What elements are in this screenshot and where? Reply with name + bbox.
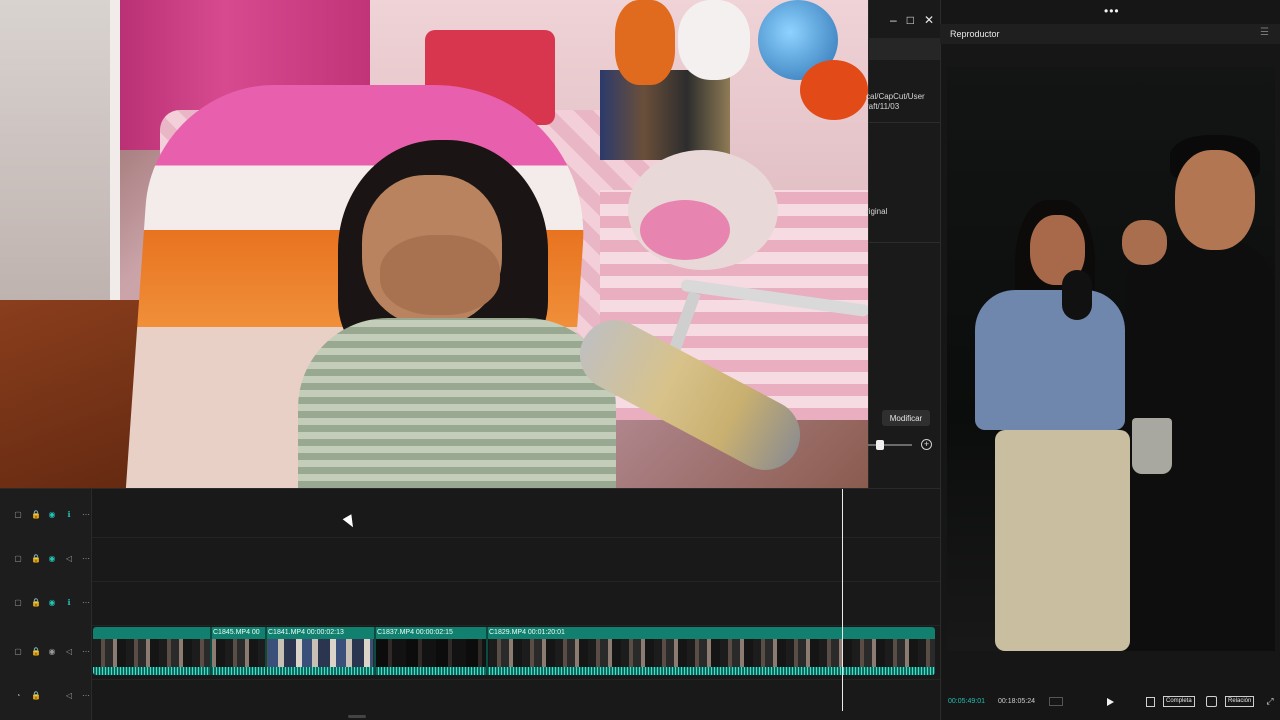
plush-cow-nose [640,200,730,260]
zoom-slider[interactable] [868,444,912,446]
play-icon[interactable] [1107,698,1114,706]
track-header-1: ▢ 🔒 ◉ ℹ ⋯ [0,507,92,523]
modify-button[interactable]: Modificar [882,410,930,426]
divider [868,242,940,243]
pumpkin-decoration [800,60,868,120]
video-cup [1132,418,1172,474]
total-time: 00:18:05:24 [998,698,1035,705]
video-person-right-face [1175,150,1255,250]
timeline[interactable]: ▢ 🔒 ◉ ℹ ⋯ ▢ 🔒 ◉ ◁ ⋯ ▢ 🔒 ◉ ℹ ⋯ ▢ 🔒 ◉ ◁ ⋯ … [0,488,940,720]
audio-icon[interactable]: ◁ [65,692,73,700]
clip-label[interactable]: C1829.MP4 00:01:20:01 [489,629,565,636]
lock-icon[interactable]: 🔒 [31,555,41,563]
lane-divider [92,625,940,626]
visibility-icon[interactable]: ◉ [48,555,56,563]
more-icon[interactable]: ⋯ [82,692,90,700]
more-icon[interactable]: ⋯ [82,599,90,607]
lane-divider [92,537,940,538]
streamer-shirt [298,318,616,488]
crop-icon[interactable] [1146,697,1155,707]
track-header-audio: ◔ 🔒 ◁ ⋯ [0,688,92,704]
clip-thumbnails-bright [268,639,373,667]
video-microphone [1062,270,1092,320]
clip-thumbnails-dark [376,639,486,667]
track-cover-icon[interactable]: ▢ [14,555,22,563]
zoom-in-icon[interactable]: + [921,439,932,450]
clip-label[interactable]: C1837.MP4 00:00:02:15 [377,629,453,636]
streamer-hand [380,235,500,315]
more-icon[interactable]: ⋯ [82,555,90,563]
timeline-scrollbar[interactable] [348,715,366,718]
plush-toy-orange [615,0,675,85]
track-cover-icon[interactable]: ▢ [14,511,22,519]
minimize-icon[interactable]: – [890,13,897,27]
track-header-2: ▢ 🔒 ◉ ◁ ⋯ [0,551,92,567]
track-headers: ▢ 🔒 ◉ ℹ ⋯ ▢ 🔒 ◉ ◁ ⋯ ▢ 🔒 ◉ ℹ ⋯ ▢ 🔒 ◉ ◁ ⋯ … [0,489,92,720]
panel-header-bar [868,38,940,60]
more-icon[interactable]: ⋯ [82,511,90,519]
visibility-icon[interactable]: ◉ [48,648,56,656]
track-cover-icon[interactable]: ▢ [14,648,22,656]
visibility-icon[interactable]: ◉ [48,599,56,607]
webcam-feed [0,0,868,488]
lock-icon[interactable]: 🔒 [31,599,41,607]
clock-icon[interactable]: ◔ [14,692,22,700]
audio-icon[interactable]: ◁ [65,555,73,563]
lock-icon[interactable]: 🔒 [31,692,41,700]
fit-full-button[interactable]: Completa [1163,696,1195,707]
info-icon[interactable]: ℹ [65,599,73,607]
focus-icon[interactable] [1206,696,1217,707]
plush-toy-white [678,0,750,80]
original-label: riginal [866,207,888,216]
divider [868,122,940,123]
clip-label[interactable]: C1845.MP4 00 [213,629,260,636]
clip-labels: C1845.MP4 00 C1841.MP4 00:00:02:13 C1837… [93,629,935,639]
aspect-ratio-button[interactable]: Relación [1225,696,1255,707]
video-person-left-top [975,290,1125,430]
window-drag-handle-icon[interactable]: ••• [1104,4,1120,18]
main-video-track[interactable]: C1845.MP4 00 C1841.MP4 00:00:02:13 C1837… [93,627,935,675]
spacer-icon [48,692,56,700]
project-path: cal/CapCut/User raft/11/03 [866,92,925,111]
menu-icon[interactable]: ☰ [1260,27,1269,38]
more-icon[interactable]: ⋯ [82,648,90,656]
window-controls: – □ ✕ [868,8,940,32]
grid-icon[interactable] [1049,697,1063,706]
close-icon[interactable]: ✕ [924,13,934,27]
maximize-icon[interactable]: □ [907,13,914,27]
video-person-left-pants [995,430,1130,651]
clip-label[interactable]: C1841.MP4 00:00:02:13 [268,629,344,636]
playhead[interactable] [842,489,843,711]
player-title: Reproductor [950,29,1000,39]
clip-thumbnails [93,639,935,667]
lock-icon[interactable]: 🔒 [31,511,41,519]
lock-icon[interactable]: 🔒 [31,648,41,656]
lane-divider [92,679,940,680]
visibility-icon[interactable]: ◉ [48,511,56,519]
current-time: 00:05:49:01 [948,698,985,705]
lane-divider [92,581,940,582]
track-header-3: ▢ 🔒 ◉ ℹ ⋯ [0,595,92,611]
track-cover-icon[interactable]: ▢ [14,599,22,607]
info-icon[interactable]: ℹ [65,511,73,519]
fullscreen-icon[interactable]: ⤢ [1265,696,1275,706]
audio-waveform [93,667,935,675]
video-waving-hand [1122,220,1167,265]
screen: – □ ✕ cal/CapCut/User raft/11/03 riginal… [0,0,1280,720]
zoom-slider-handle[interactable] [876,440,884,450]
bookshelf [600,70,730,160]
audio-icon[interactable]: ◁ [65,648,73,656]
track-header-main: ▢ 🔒 ◉ ◁ ⋯ [0,644,92,660]
